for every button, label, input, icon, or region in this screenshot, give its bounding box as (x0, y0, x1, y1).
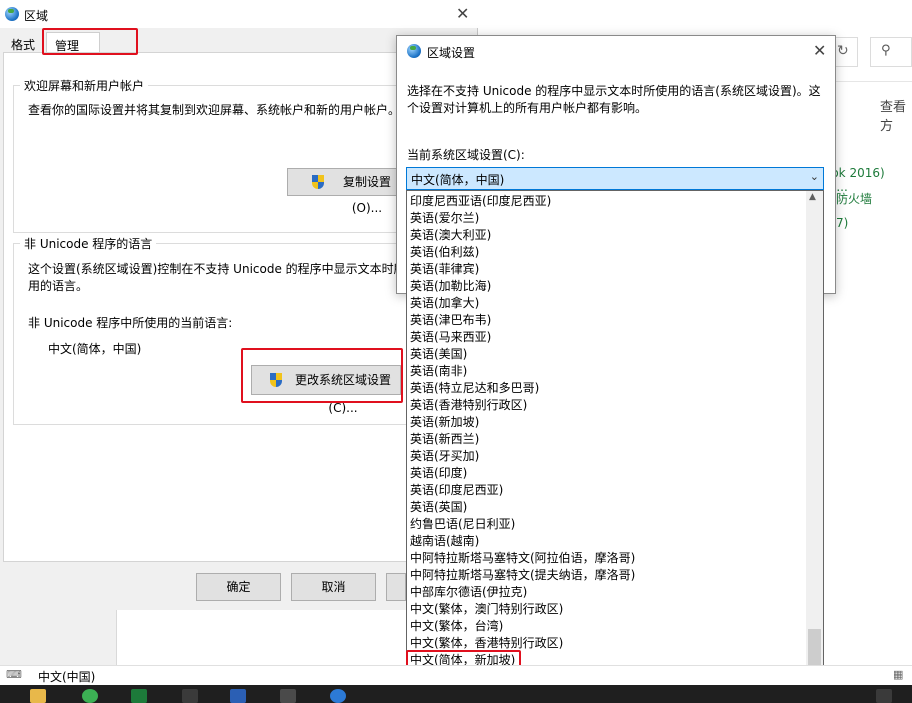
status-locale: 中文(中国) (38, 670, 96, 684)
app2-icon[interactable] (280, 689, 296, 703)
system-locale-selected: 中文(简体，中国) (411, 173, 505, 187)
bg-item-three[interactable]: 7) (836, 216, 848, 230)
scroll-up-icon[interactable]: ▲ (809, 192, 816, 202)
dropdown-item[interactable]: 约鲁巴语(尼日利亚) (407, 516, 807, 533)
dropdown-item[interactable]: 中文(繁体，台湾) (407, 618, 807, 635)
dropdown-item[interactable]: 英语(马来西亚) (407, 329, 807, 346)
dropdown-item[interactable]: 英语(南非) (407, 363, 807, 380)
system-locale-dropdown-list[interactable]: 印度尼西亚语(印度尼西亚) 英语(爱尔兰) 英语(澳大利亚) 英语(伯利兹) 英语(菲律… (406, 190, 824, 703)
copy-settings-label: 复制设置(O)... (342, 175, 391, 215)
view-by-label[interactable]: 查看方 (880, 96, 912, 134)
dropdown-item[interactable]: 英语(加拿大) (407, 295, 807, 312)
dropdown-item[interactable]: 英语(特立尼达和多巴哥) (407, 380, 807, 397)
dropdown-item[interactable]: 英语(英国) (407, 499, 807, 516)
globe-icon (407, 44, 421, 58)
chevron-down-icon[interactable]: ⌄ (810, 170, 819, 183)
dropdown-item[interactable]: 英语(印度) (407, 465, 807, 482)
dropdown-item[interactable]: 英语(津巴布韦) (407, 312, 807, 329)
current-language-label: 非 Unicode 程序中所使用的当前语言: (28, 316, 233, 330)
welcome-description: 查看你的国际设置并将其复制到欢迎屏幕、系统帐户和新的用户帐户。 (28, 103, 401, 117)
system-locale-combobox[interactable]: 中文(简体，中国) ⌄ (406, 167, 824, 190)
copy-settings-button[interactable]: 复制设置(O)... (287, 168, 407, 215)
excel-icon[interactable] (131, 689, 147, 703)
layout-icon[interactable]: ▦ (893, 668, 903, 681)
highlight-admin-tab (42, 28, 138, 55)
region-title: 区域 (24, 9, 49, 23)
dropdown-item[interactable]: 英语(伯利兹) (407, 244, 807, 261)
bg-item-firewall[interactable]: 防火墙 (836, 190, 872, 207)
tray-icon[interactable] (876, 689, 892, 703)
region-titlebar: 区域 ✕ (0, 0, 478, 28)
dropdown-item[interactable]: 英语(新西兰) (407, 431, 807, 448)
dropdown-item[interactable]: 英语(澳大利亚) (407, 227, 807, 244)
dropdown-item[interactable]: 英语(香港特别行政区) (407, 397, 807, 414)
region-settings-description-line1: 选择在不支持 Unicode 的程序中显示文本时所使用的语言(系统区域设置)。这 (407, 84, 821, 98)
dropdown-item[interactable]: 印度尼西亚语(印度尼西亚) (407, 193, 807, 210)
background-side-list: ook 2016) (3... 防火墙 7) (824, 136, 912, 656)
unicode-description-line2: 用的语言。 (28, 279, 89, 293)
background-lower-panel (116, 607, 406, 665)
language-bar-icon[interactable]: ⌨ (6, 668, 22, 681)
cancel-button[interactable]: 取消 (291, 573, 376, 601)
dropdown-item[interactable]: 中阿特拉斯塔马塞特文(阿拉伯语，摩洛哥) (407, 550, 807, 567)
close-icon[interactable]: ✕ (813, 43, 826, 59)
welcome-group-title: 欢迎屏幕和新用户帐户 (20, 77, 149, 94)
dropdown-item[interactable]: 英语(菲律宾) (407, 261, 807, 278)
dropdown-item[interactable]: 英语(爱尔兰) (407, 210, 807, 227)
search-icon: ⚲ (881, 43, 891, 58)
uac-shield-icon (312, 175, 324, 189)
dropdown-item[interactable]: 英语(美国) (407, 346, 807, 363)
region-settings-titlebar: 区域设置 ✕ (397, 36, 835, 66)
region-globe-icon[interactable] (330, 689, 346, 703)
unicode-description-line1: 这个设置(系统区域设置)控制在不支持 Unicode 的程序中显示文本时所 (28, 262, 406, 276)
highlight-change-locale-button (241, 348, 403, 403)
apply-button[interactable] (386, 573, 406, 601)
dropdown-item[interactable]: 越南语(越南) (407, 533, 807, 550)
region-settings-title: 区域设置 (427, 46, 476, 60)
status-bar: ⌨ 中文(中国) ▦ (0, 665, 912, 685)
close-icon[interactable]: ✕ (456, 6, 469, 22)
refresh-icon: ↻ (837, 43, 849, 59)
dropdown-item[interactable]: 英语(新加坡) (407, 414, 807, 431)
word-icon[interactable] (230, 689, 246, 703)
dropdown-item[interactable]: 英语(加勒比海) (407, 278, 807, 295)
dropdown-item[interactable]: 英语(印度尼西亚) (407, 482, 807, 499)
current-system-locale-label: 当前系统区域设置(C): (407, 148, 525, 162)
search-box[interactable]: ⚲ (870, 37, 912, 67)
dropdown-item[interactable]: 中阿特拉斯塔马塞特文(提夫纳语，摩洛哥) (407, 567, 807, 584)
browser-icon[interactable] (82, 689, 98, 703)
tab-formats[interactable]: 格式 (3, 32, 43, 54)
current-language-value: 中文(简体，中国) (48, 342, 142, 356)
app-icon[interactable] (182, 689, 198, 703)
taskbar (0, 685, 912, 703)
dropdown-item[interactable]: 中文(繁体，澳门特别行政区) (407, 601, 807, 618)
globe-icon (5, 7, 19, 21)
file-explorer-icon[interactable] (30, 689, 46, 703)
ok-button[interactable]: 确定 (196, 573, 281, 601)
dropdown-scrollbar[interactable]: ▲ ▼ (806, 191, 823, 702)
region-settings-description-line2: 个设置对计算机上的所有用户帐户都有影响。 (407, 101, 648, 115)
dropdown-item[interactable]: 英语(牙买加) (407, 448, 807, 465)
dropdown-item[interactable]: 中部库尔德语(伊拉克) (407, 584, 807, 601)
unicode-group-title: 非 Unicode 程序的语言 (20, 235, 157, 252)
